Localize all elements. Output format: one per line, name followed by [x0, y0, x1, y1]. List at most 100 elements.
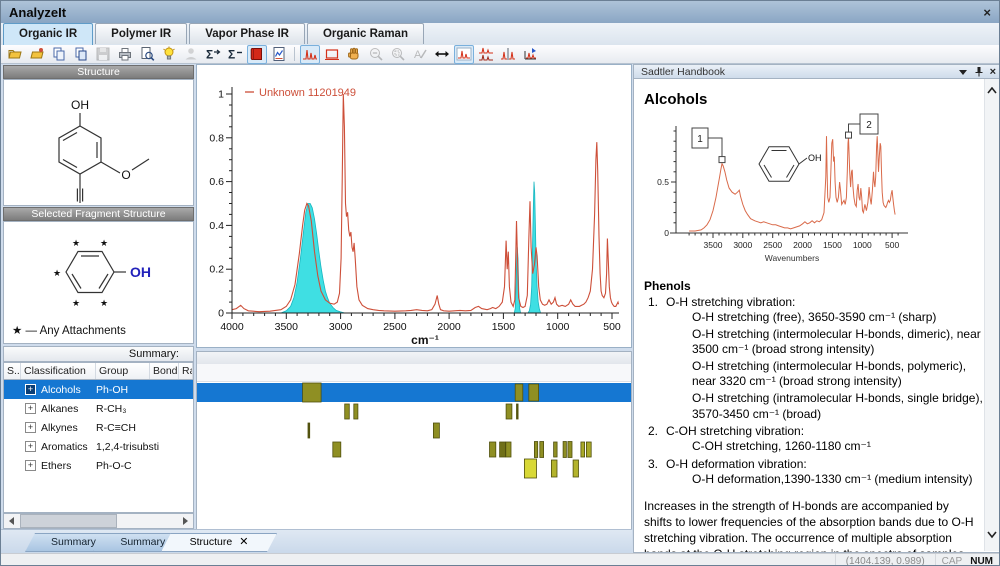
open-spectrum-icon[interactable] — [5, 45, 25, 64]
svg-text:★: ★ — [100, 238, 108, 248]
vibration-detail: O-H deformation,1390-1330 cm⁻¹ (medium i… — [692, 472, 986, 488]
column-header[interactable]: Group — [96, 363, 150, 379]
stack-view-icon[interactable] — [476, 45, 496, 64]
tab-vapor-phase-ir[interactable]: Vapor Phase IR — [189, 23, 305, 44]
svg-text:0.2: 0.2 — [209, 264, 224, 276]
scroll-right-icon[interactable] — [178, 514, 193, 528]
column-header[interactable]: Bond — [150, 363, 179, 379]
handbook-paragraph: Increases in the strength of H-bonds are… — [644, 499, 986, 553]
table-row[interactable]: + Alkanes R-CH₃ — [4, 399, 193, 418]
scroll-down-icon[interactable] — [987, 531, 997, 539]
vibration-sections: 1.O-H stretching vibration:O-H stretchin… — [644, 295, 986, 487]
subtract-spectra-icon[interactable]: Σ — [225, 45, 245, 64]
svg-text:3000: 3000 — [733, 240, 752, 250]
num-lock-indicator: NUM — [968, 556, 1000, 566]
table-row[interactable]: +Alkynes R-C≡CH — [4, 418, 193, 437]
attachment-stars: ★★★★★ — [53, 238, 108, 308]
vibration-detail: O-H stretching (intermolecular H-bonds, … — [692, 327, 986, 358]
band-map-panel[interactable] — [196, 351, 632, 531]
pin-icon[interactable] — [975, 67, 983, 77]
vibration-detail: O-H stretching (free), 3650-3590 cm⁻¹ (s… — [692, 310, 986, 326]
tab-polymer-ir[interactable]: Polymer IR — [95, 23, 187, 44]
expand-icon[interactable]: + — [25, 460, 36, 471]
report-document-icon[interactable] — [269, 45, 289, 64]
tab-close-icon[interactable]: ✕ — [239, 536, 248, 548]
scroll-left-icon[interactable] — [4, 514, 19, 528]
overlay-view-icon[interactable] — [454, 45, 474, 64]
status-bar: (1404.139, 0.989) CAP NUM — [1, 553, 1000, 566]
spectrum-chart[interactable]: 400035003000250020001500100050000.20.40.… — [197, 65, 631, 347]
table-row[interactable]: + Alcohols Ph-OH — [4, 380, 193, 399]
tab-organic-ir[interactable]: Organic IR — [3, 23, 93, 45]
handbook-panel-titlebar: Sadtler Handbook × — [633, 64, 1000, 79]
band-map-chart[interactable] — [197, 381, 631, 530]
handbook-icon[interactable] — [247, 45, 267, 64]
svg-text:★: ★ — [100, 298, 108, 308]
svg-text:Σ: Σ — [206, 48, 213, 62]
classification-cell: Aromatics — [41, 441, 88, 453]
svg-text:1: 1 — [218, 89, 224, 101]
tab-organic-raman[interactable]: Organic Raman — [307, 23, 424, 44]
expand-icon[interactable]: + — [25, 441, 36, 452]
scroll-up-icon[interactable] — [987, 87, 997, 95]
group-cell: R-C≡CH — [96, 422, 166, 434]
spectrum-display-icon[interactable] — [300, 45, 320, 64]
svg-text:0.5: 0.5 — [657, 177, 669, 187]
query-structure-drawing: OH O — [4, 80, 193, 205]
svg-text:0.8: 0.8 — [209, 132, 224, 144]
sum-spectra-icon[interactable]: Σ — [203, 45, 223, 64]
column-header[interactable]: Classification — [21, 363, 96, 379]
open-library-icon[interactable] — [27, 45, 47, 64]
structure-panel: OH O — [3, 79, 194, 206]
vibration-item: 3.O-H deformation vibration: — [644, 457, 986, 471]
svg-text:3500: 3500 — [275, 321, 299, 333]
svg-text:★: ★ — [72, 298, 80, 308]
expand-icon[interactable]: + — [25, 403, 36, 414]
pan-hand-icon[interactable] — [344, 45, 364, 64]
view-tab-structure[interactable]: Structure✕ — [161, 533, 277, 552]
group-cell: R-CH₃ — [96, 403, 166, 415]
app-title: AnalyzeIt — [1, 5, 66, 20]
svg-text:1500: 1500 — [492, 321, 516, 333]
handbook-content: Alcohols 35003000250020001500100050000.5… — [634, 79, 986, 553]
table-row[interactable]: +Aromatics 1,2,4-trisubsti — [4, 437, 193, 456]
vibration-item: 1.O-H stretching vibration: — [644, 295, 986, 309]
print-icon[interactable] — [115, 45, 135, 64]
svg-text:4000: 4000 — [220, 321, 244, 333]
svg-text:cm⁻¹: cm⁻¹ — [411, 333, 439, 347]
transfer-spectrum-icon[interactable] — [520, 45, 540, 64]
expand-icon[interactable]: + — [25, 422, 36, 433]
panel-close-icon[interactable]: × — [990, 67, 996, 78]
svg-text:Unknown 11201949: Unknown 11201949 — [259, 87, 356, 99]
svg-text:0: 0 — [664, 228, 669, 238]
expand-icon[interactable]: + — [25, 384, 36, 395]
full-range-icon[interactable] — [432, 45, 452, 64]
fragment-panel: ★★★★★ OH ★ — Any Attachments — [3, 221, 194, 344]
split-view-icon[interactable] — [498, 45, 518, 64]
table-row[interactable]: +Ethers Ph-O-C — [4, 456, 193, 475]
print-preview-icon[interactable] — [137, 45, 157, 64]
classification-cell: Alkanes — [41, 403, 78, 415]
fragment-hydroxyl-label: OH — [130, 264, 151, 280]
group-cell: Ph-OH — [96, 384, 166, 396]
region-display-icon[interactable] — [322, 45, 342, 64]
classification-cell: Alcohols — [41, 384, 81, 396]
toolbar-separator — [294, 47, 295, 61]
copy-special-icon[interactable] — [71, 45, 91, 64]
spectrum-chart-panel[interactable]: 400035003000250020001500100050000.20.40.… — [196, 64, 632, 348]
column-header[interactable]: Ran — [179, 363, 193, 379]
dropdown-arrow-icon[interactable] — [959, 69, 968, 76]
svg-text:1500: 1500 — [823, 240, 842, 250]
hscroll-thumb[interactable] — [20, 514, 117, 528]
svg-text:1000: 1000 — [546, 321, 570, 333]
svg-text:2: 2 — [866, 120, 872, 131]
svg-text:2500: 2500 — [763, 240, 782, 250]
copy-icon[interactable] — [49, 45, 69, 64]
hint-lightbulb-icon[interactable] — [159, 45, 179, 64]
svg-text:0.4: 0.4 — [209, 220, 224, 232]
window-close-button[interactable]: × — [983, 6, 991, 19]
handbook-vscrollbar[interactable] — [984, 79, 999, 551]
column-header[interactable]: S... — [4, 363, 21, 379]
vibration-detail: C-OH stretching, 1260-1180 cm⁻¹ — [692, 439, 986, 455]
summary-table-hscrollbar[interactable] — [3, 513, 194, 529]
